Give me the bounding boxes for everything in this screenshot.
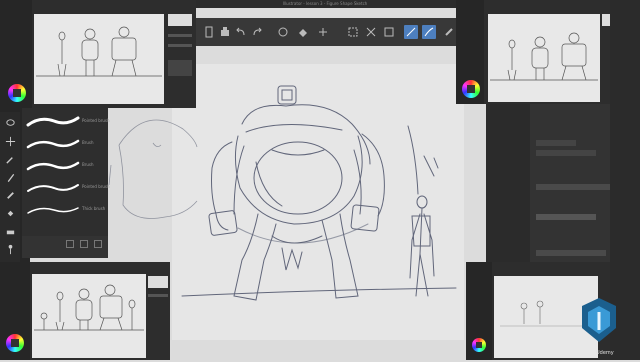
reference-screen-bottom-left: [0, 262, 170, 360]
brush-name: Brush: [82, 162, 94, 167]
brush-panel-footer: [22, 236, 108, 258]
redo-icon[interactable]: [250, 25, 264, 39]
layer-row[interactable]: [536, 150, 596, 156]
invert-icon[interactable]: [382, 25, 396, 39]
save-icon[interactable]: [218, 25, 232, 39]
window-title: Illustrator - lesson 3 - Figure Shape Sk…: [282, 1, 368, 6]
fill-icon[interactable]: [296, 25, 310, 39]
brush-item[interactable]: Pointed brush: [26, 112, 110, 132]
eyedropper-icon[interactable]: [3, 152, 17, 166]
brush-item[interactable]: Pointed brush: [26, 178, 110, 198]
figure-icon[interactable]: [3, 242, 17, 256]
reference-screen-top-right: [456, 0, 610, 104]
pen-stroke-icon[interactable]: [404, 25, 418, 39]
color-wheel-icon: [8, 84, 26, 102]
brush-name: Brush: [82, 140, 94, 145]
opacity-slider[interactable]: [536, 214, 596, 220]
deselect-icon[interactable]: [364, 25, 378, 39]
duplicate-icon[interactable]: [80, 240, 88, 248]
brush-item[interactable]: Brush: [26, 156, 106, 176]
transform-icon[interactable]: [316, 25, 330, 39]
select-all-icon[interactable]: [346, 25, 360, 39]
reference-screen-top-left: [0, 0, 196, 108]
tool-column: [0, 112, 20, 262]
new-file-icon[interactable]: [202, 25, 216, 39]
delete-icon[interactable]: [94, 240, 102, 248]
move-icon[interactable]: [3, 134, 17, 148]
eraser-icon[interactable]: [3, 224, 17, 238]
logo-text: Udemy: [596, 350, 614, 356]
channel-logo: [576, 296, 622, 352]
layer-row[interactable]: [536, 250, 606, 256]
brush-item[interactable]: Brush: [26, 134, 106, 154]
pencil-icon[interactable]: [3, 188, 17, 202]
brush-name: Pointed brush: [82, 118, 110, 123]
brush-name: Thick brush: [82, 206, 106, 211]
brush-item[interactable]: Thick brush: [26, 200, 106, 220]
undo-icon[interactable]: [234, 25, 248, 39]
brush-icon[interactable]: [442, 25, 456, 39]
color-wheel-icon: [462, 80, 480, 98]
clear-icon[interactable]: [276, 25, 290, 39]
fill-bucket-icon[interactable]: [3, 206, 17, 220]
pen-icon[interactable]: [3, 170, 17, 184]
color-wheel-icon: [472, 338, 486, 352]
layer-row[interactable]: [536, 140, 576, 146]
command-bar: [196, 18, 460, 46]
background-sketch: [105, 105, 225, 235]
add-brush-icon[interactable]: [66, 240, 74, 248]
color-wheel-icon: [6, 334, 24, 352]
erase-stroke-icon[interactable]: [422, 25, 436, 39]
layer-row[interactable]: [536, 184, 616, 190]
brush-name: Pointed brush: [82, 184, 110, 189]
lasso-icon[interactable]: [3, 116, 17, 130]
